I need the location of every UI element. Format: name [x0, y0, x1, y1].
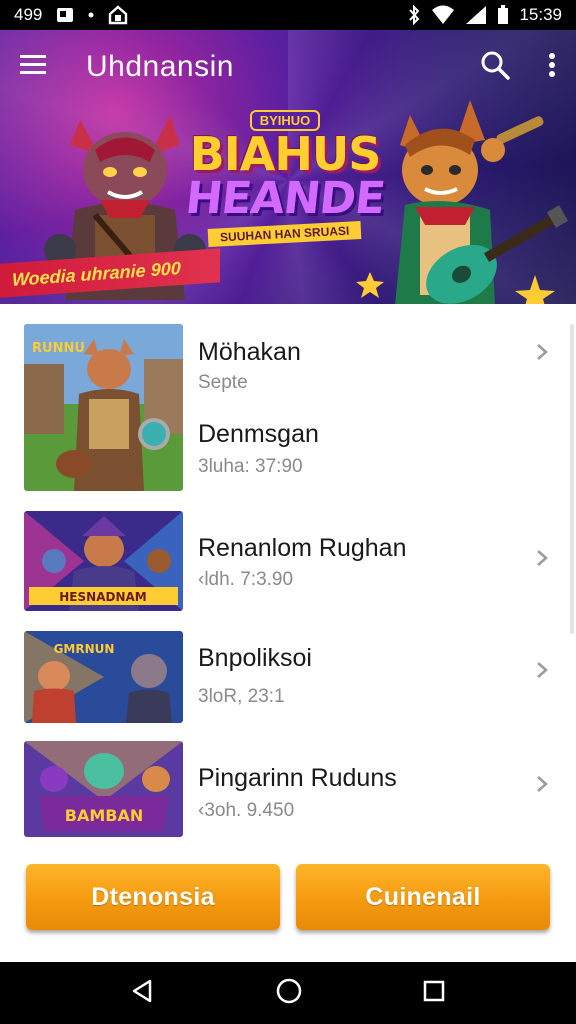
item-subtitle-secondary: 3luha: 37:90: [198, 456, 303, 477]
home-circle-icon[interactable]: [275, 977, 303, 1010]
wifi-icon: [431, 5, 455, 25]
status-time-left: 499: [14, 5, 43, 24]
hero-logo: BYIHUO BIAHUS HEANDE SUUHAN HAN SRUASI: [180, 110, 390, 248]
app-bar: Uhdnansin: [0, 30, 576, 104]
game-thumbnail: RUNNU: [24, 324, 183, 491]
status-time-right: 15:39: [519, 5, 562, 24]
thumb-caption: BAMBAN: [65, 806, 143, 825]
list-item[interactable]: HESNADNAM Renanlom Rughan ‹ldh. 7:3.90: [0, 504, 560, 614]
list-item[interactable]: RUNNU Möhakan Septe Denmsgan 3luha: 37:9…: [0, 304, 560, 504]
more-vert-icon[interactable]: [548, 52, 556, 83]
item-title: Renanlom Rughan: [198, 534, 407, 562]
chevron-right-icon: [537, 344, 548, 360]
game-list: RUNNU Möhakan Septe Denmsgan 3luha: 37:9…: [0, 304, 576, 844]
right-action-button[interactable]: Cuinenail: [296, 864, 550, 930]
item-title: Möhakan: [198, 338, 301, 366]
status-bar: 499 15:39: [0, 0, 576, 30]
search-icon[interactable]: [480, 50, 510, 85]
item-title: Pingarinn Ruduns: [198, 764, 397, 792]
hamburger-menu-icon[interactable]: [20, 54, 48, 81]
thumb-caption: RUNNU: [32, 341, 85, 356]
list-item[interactable]: GMRNUN Bnpoliksoi 3loR, 23:1: [0, 624, 560, 734]
lock-icon: [108, 5, 128, 25]
back-triangle-icon[interactable]: [130, 978, 156, 1009]
logo-line-2: HEANDE: [183, 173, 387, 224]
hero-banner-text: Woedia uhranie 900: [12, 257, 181, 290]
notification-dot-icon: [88, 12, 94, 18]
item-subtitle: 3loR, 23:1: [198, 686, 285, 707]
hero-character-right: [395, 100, 569, 304]
item-subtitle: Septe: [198, 372, 248, 393]
system-nav-bar: [0, 962, 576, 1024]
item-title-secondary: Denmsgan: [198, 420, 319, 448]
scrollbar[interactable]: [570, 324, 574, 634]
chevron-right-icon: [537, 776, 548, 792]
left-action-button[interactable]: Dtenonsia: [26, 864, 280, 930]
item-subtitle: ‹ldh. 7:3.90: [198, 569, 294, 590]
gallery-icon: [56, 6, 74, 24]
list-item[interactable]: BAMBAN Pingarinn Ruduns ‹3oh. 9.450: [0, 734, 560, 844]
item-subtitle: ‹3oh. 9.450: [198, 800, 295, 821]
app-title: Uhdnansin: [86, 50, 234, 83]
signal-icon: [465, 5, 487, 25]
chevron-right-icon: [537, 662, 548, 678]
game-thumbnail: HESNADNAM: [24, 511, 183, 611]
game-thumbnail: BAMBAN: [24, 741, 183, 837]
logo-line-1: BIAHUS: [189, 127, 382, 181]
bluetooth-icon: [407, 5, 421, 25]
chevron-right-icon: [537, 550, 548, 566]
star-icon: [356, 272, 384, 298]
game-thumbnail: GMRNUN: [24, 631, 183, 723]
battery-icon: [497, 5, 509, 25]
item-title: Bnpoliksoi: [198, 644, 312, 672]
thumb-caption: GMRNUN: [54, 642, 115, 656]
hero-banner[interactable]: Uhdnansin BYIHUO BIAHUS HEANDE SUUHAN HA…: [0, 30, 576, 304]
recents-square-icon[interactable]: [422, 979, 446, 1008]
thumb-caption: HESNADNAM: [59, 590, 146, 604]
